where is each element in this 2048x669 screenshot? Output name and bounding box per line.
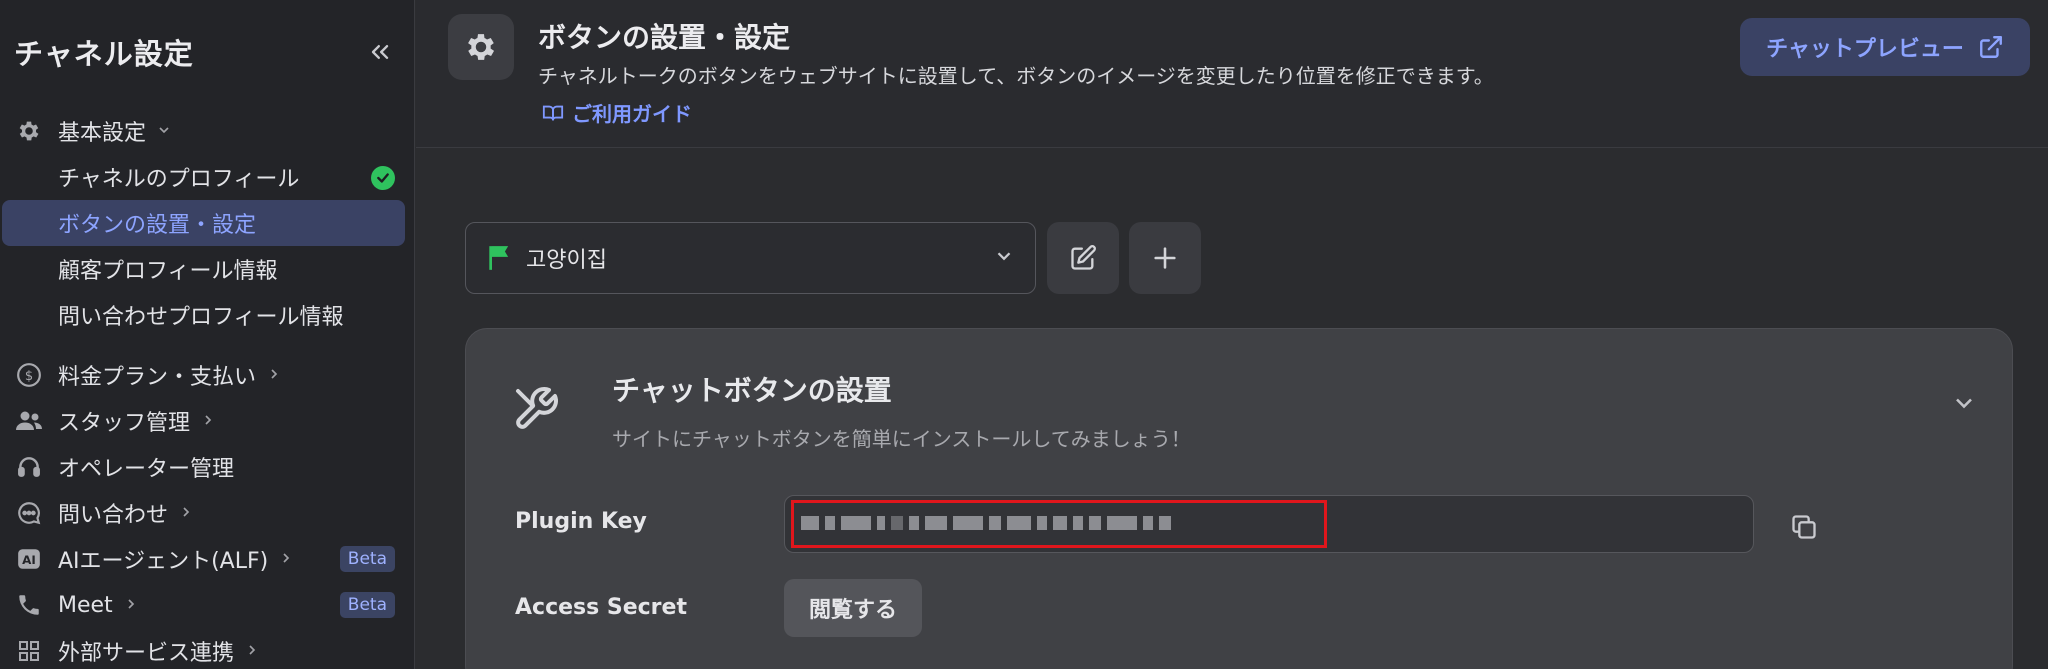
sidebar-subitem-inquiry-profile[interactable]: 問い合わせプロフィール情報 [0, 292, 415, 338]
sidebar-item-label: AIエージェント(ALF) [58, 549, 269, 574]
users-icon [14, 406, 44, 436]
sidebar-item-billing[interactable]: $ 料金プラン・支払い [0, 352, 415, 398]
chevron-right-icon [178, 501, 194, 525]
sidebar-item-label: スタッフ管理 [58, 411, 191, 436]
flag-icon [489, 246, 509, 270]
selected-plugin-label: 고양이집 [526, 248, 607, 273]
page-description: チャネルトークのボタンをウェブサイトに設置して、ボタンのイメージを変更したり位置… [538, 64, 1494, 88]
sidebar-item-label: 料金プラン・支払い [58, 365, 257, 390]
gear-icon [14, 116, 44, 146]
phone-icon [14, 590, 44, 620]
plus-icon [1154, 247, 1176, 269]
headset-icon [14, 452, 44, 482]
tools-icon [512, 385, 560, 437]
check-circle-icon [371, 166, 395, 190]
book-icon [542, 105, 564, 121]
sidebar-item-label: 基本設定 [58, 121, 147, 146]
dollar-circle-icon: $ [14, 360, 44, 390]
page-title: ボタンの設置・設定 [538, 21, 791, 54]
guide-link[interactable]: ご利用ガイド [542, 98, 692, 127]
edit-plugin-button[interactable] [1047, 222, 1119, 294]
svg-text:AI: AI [22, 553, 36, 567]
ai-icon: AI [14, 544, 44, 574]
copy-plugin-key-button[interactable] [1784, 507, 1824, 547]
redacted-key-value [801, 516, 1171, 530]
sidebar-title: チャネル設定 [14, 37, 194, 71]
access-secret-label: Access Secret [515, 595, 687, 620]
gear-icon [468, 34, 495, 60]
sidebar-subitem-button-settings[interactable]: ボタンの設置・設定 [2, 200, 405, 246]
sidebar-item-label: 顧客プロフィール情報 [58, 259, 278, 284]
guide-link-label: ご利用ガイド [572, 102, 692, 126]
chevron-down-icon [1956, 398, 1972, 409]
collapse-sidebar-button[interactable] [360, 32, 400, 72]
sidebar-header: チャネル設定 [14, 30, 400, 74]
sidebar-item-meet[interactable]: Meet Beta [0, 582, 415, 628]
chevron-down-icon [156, 119, 172, 143]
sidebar-item-staff[interactable]: スタッフ管理 [0, 398, 415, 444]
chat-preview-button[interactable]: チャットプレビュー [1740, 18, 2030, 76]
chat-button-install-card: チャットボタンの設置 サイトにチャットボタンを簡単にインストールしてみましょう！… [465, 328, 2013, 669]
view-access-secret-button[interactable]: 閲覧する [784, 579, 922, 637]
page-icon [448, 14, 514, 80]
sidebar-item-basic-settings[interactable]: 基本設定 [0, 108, 415, 154]
sidebar-item-label: Meet [58, 592, 113, 618]
card-subtitle: サイトにチャットボタンを簡単にインストールしてみましょう！ [612, 427, 1191, 451]
chevron-down-icon [993, 245, 1015, 271]
sidebar-item-label: チャネルのプロフィール [58, 167, 300, 192]
edit-icon [1071, 245, 1096, 270]
sidebar-item-integrations[interactable]: 外部サービス連携 [0, 628, 415, 669]
grid-icon [14, 636, 44, 666]
sidebar-item-label: 外部サービス連携 [58, 641, 235, 666]
plugin-key-label: Plugin Key [515, 509, 647, 534]
plugin-selector-dropdown[interactable]: 고양이집 [465, 222, 1036, 294]
chat-preview-label: チャットプレビュー [1766, 37, 1964, 62]
beta-badge: Beta [339, 546, 395, 572]
chevron-right-icon [266, 363, 282, 387]
chat-bubble-icon [14, 498, 44, 528]
card-title: チャットボタンの設置 [612, 374, 892, 407]
chevron-right-icon [244, 639, 260, 663]
sidebar-item-ai-agent[interactable]: AI AIエージェント(ALF) Beta [0, 536, 415, 582]
copy-icon [1792, 515, 1816, 539]
page-header: ボタンの設置・設定 チャネルトークのボタンをウェブサイトに設置して、ボタンのイメ… [416, 0, 2048, 148]
add-plugin-button[interactable] [1129, 222, 1201, 294]
sidebar: チャネル設定 基本設定 チャネルのプロフィール ボタンの設置・設定 顧客プロフィ… [0, 0, 415, 669]
sidebar-item-inquiries[interactable]: 問い合わせ [0, 490, 415, 536]
sidebar-subitem-customer-profile[interactable]: 顧客プロフィール情報 [0, 246, 415, 292]
sidebar-item-label: オペレーター管理 [58, 457, 235, 482]
sidebar-item-label: ボタンの設置・設定 [58, 213, 257, 238]
sidebar-item-label: 問い合わせ [58, 503, 169, 528]
chevron-right-icon [123, 593, 139, 617]
sidebar-subitem-channel-profile[interactable]: チャネルのプロフィール [0, 154, 415, 200]
card-collapse-toggle[interactable] [1950, 389, 1978, 421]
beta-badge: Beta [339, 592, 395, 618]
sidebar-item-operator[interactable]: オペレーター管理 [0, 444, 415, 490]
double-chevron-left-icon [371, 45, 389, 59]
external-link-icon [1979, 36, 2002, 58]
sidebar-item-label: 問い合わせプロフィール情報 [58, 305, 344, 330]
plugin-key-field[interactable] [784, 495, 1754, 553]
chevron-right-icon [278, 547, 294, 571]
svg-text:$: $ [25, 369, 33, 384]
sidebar-nav: 基本設定 チャネルのプロフィール ボタンの設置・設定 顧客プロフィール情報 問い… [0, 108, 415, 669]
chevron-right-icon [200, 409, 216, 433]
